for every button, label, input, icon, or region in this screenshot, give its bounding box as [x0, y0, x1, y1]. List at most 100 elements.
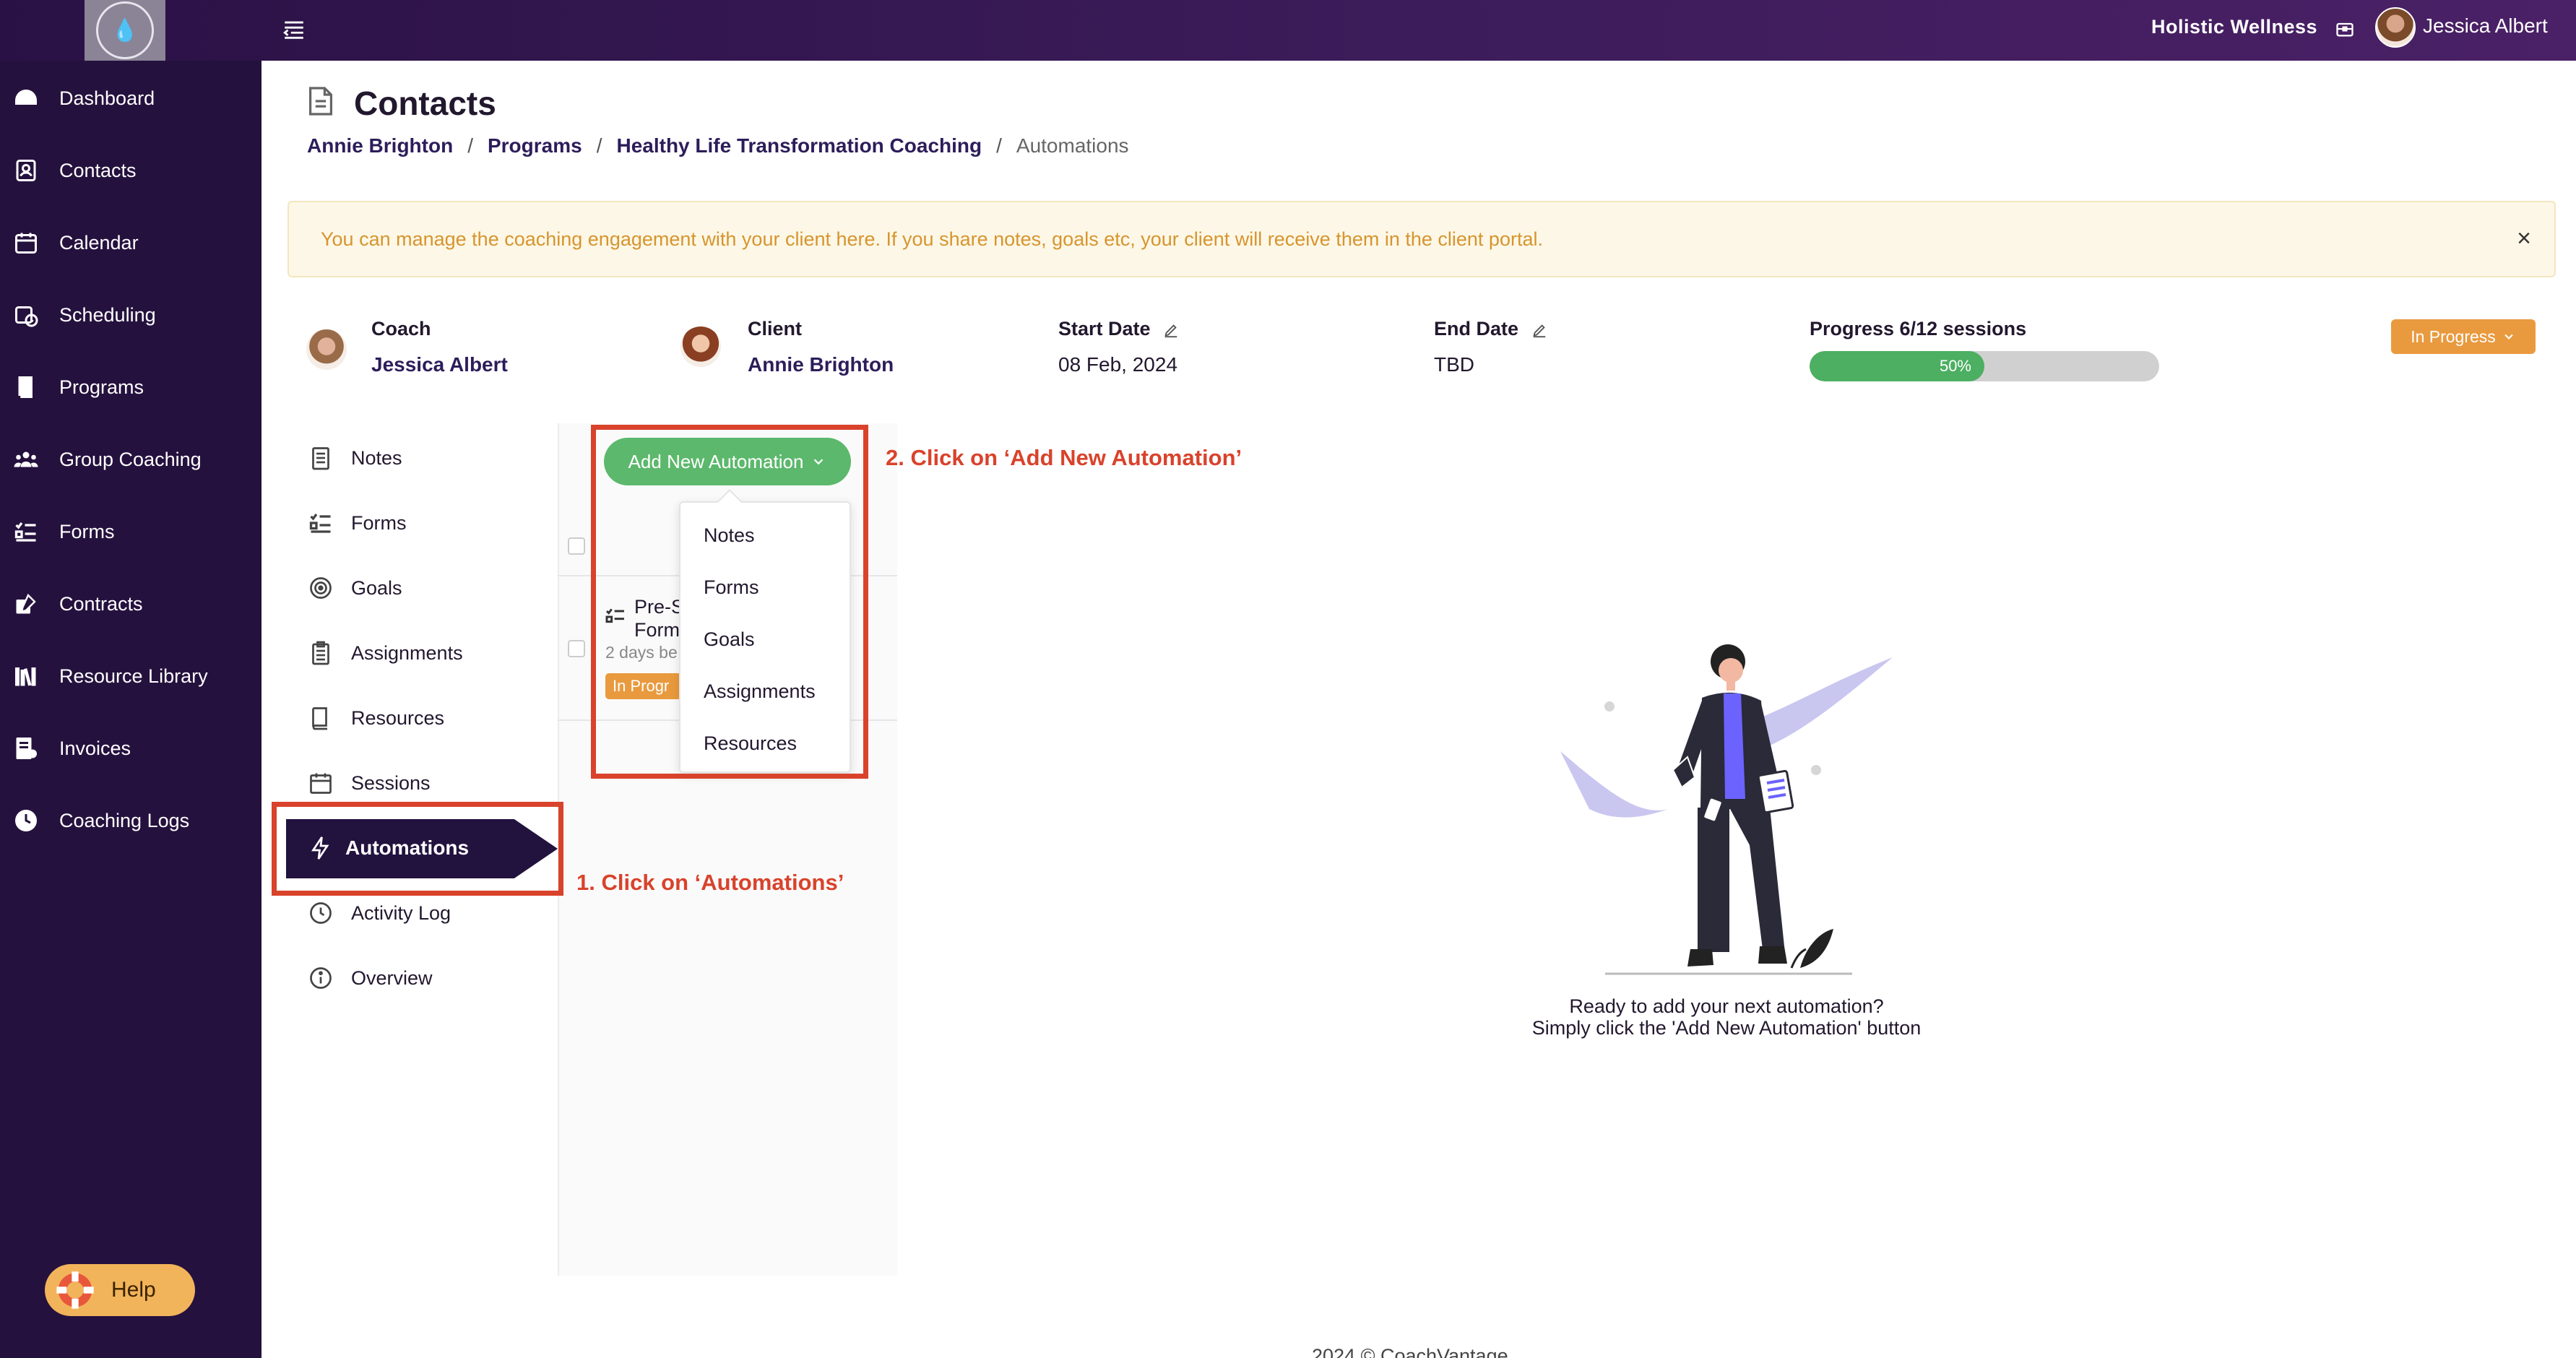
tab-resources[interactable]: Resources — [308, 698, 539, 738]
sidebar-item-contacts[interactable]: Contacts — [0, 149, 262, 192]
sidebar-item-label: Forms — [59, 520, 115, 542]
breadcrumb: Annie Brighton / Programs / Healthy Life… — [307, 134, 1129, 157]
breadcrumb-programs[interactable]: Programs — [488, 134, 582, 157]
sidebar-item-label: Calendar — [59, 231, 139, 254]
breadcrumb-separator: / — [467, 134, 473, 157]
tab-forms[interactable]: Forms — [308, 503, 539, 543]
sidebar: Dashboard Contacts Calendar Scheduling P… — [0, 61, 262, 1358]
sidebar-item-label: Programs — [59, 376, 144, 398]
client-name[interactable]: Annie Brighton — [748, 353, 894, 376]
sidebar-item-label: Contacts — [59, 159, 137, 181]
select-all-checkbox[interactable] — [568, 537, 585, 555]
tab-label: Forms — [351, 511, 407, 534]
alert-text: You can manage the coaching engagement w… — [321, 228, 1543, 250]
calendar-icon — [15, 233, 37, 254]
footer-copyright: 2024 © CoachVantage — [1312, 1345, 1508, 1358]
coach-name[interactable]: Jessica Albert — [371, 353, 508, 376]
end-date-info: End Date TBD — [1434, 318, 1547, 376]
close-icon[interactable]: × — [2510, 224, 2538, 253]
scheduling-icon — [15, 306, 38, 327]
breadcrumb-contact[interactable]: Annie Brighton — [307, 134, 453, 157]
breadcrumb-separator: / — [996, 134, 1002, 157]
calendar-icon — [310, 773, 332, 794]
sidebar-item-forms[interactable]: Forms — [0, 510, 262, 553]
document-icon — [308, 87, 333, 116]
tab-assignments[interactable]: Assignments — [308, 633, 539, 673]
sidebar-item-programs[interactable]: Programs — [0, 366, 262, 409]
coach-label: Coach — [371, 318, 431, 340]
tab-label: Assignments — [351, 641, 463, 664]
library-icon — [15, 667, 36, 686]
status-label: In Progress — [2411, 326, 2496, 346]
client-label: Client — [748, 318, 803, 340]
notepad-icon — [312, 447, 329, 470]
clipboard-icon — [312, 641, 329, 665]
coach-info: Coach Jessica Albert — [371, 318, 508, 376]
empty-state-line-2: Simply click the 'Add New Automation' bu… — [1531, 1017, 1922, 1039]
invoice-icon — [16, 738, 37, 759]
sidebar-item-label: Invoices — [59, 737, 131, 759]
brand-name[interactable]: Holistic Wellness — [2151, 16, 2317, 38]
tab-overview[interactable]: Overview — [308, 958, 539, 998]
pencil-icon[interactable] — [1531, 322, 1547, 338]
sidebar-item-dashboard[interactable]: Dashboard — [0, 77, 262, 120]
app-logo[interactable]: 💧 — [85, 0, 165, 61]
sidebar-item-group-coaching[interactable]: Group Coaching — [0, 438, 262, 481]
breadcrumb-separator: / — [596, 134, 602, 157]
pencil-icon[interactable] — [1163, 322, 1179, 338]
user-avatar[interactable] — [2375, 7, 2416, 48]
empty-state-illustration — [1560, 644, 1893, 975]
end-date-value: TBD — [1434, 353, 1474, 376]
progress-fill: 50% — [1810, 351, 1984, 381]
annotation-step-1: 1. Click on ‘Automations’ — [576, 870, 844, 895]
page-title: Contacts — [354, 85, 496, 122]
tab-label: Resources — [351, 706, 445, 729]
sidebar-item-scheduling[interactable]: Scheduling — [0, 293, 262, 337]
chevron-down-icon — [2504, 334, 2513, 340]
info-alert: You can manage the coaching engagement w… — [288, 201, 2556, 277]
annotation-box-add-automation — [591, 425, 868, 779]
start-date-label: Start Date — [1058, 318, 1151, 340]
briefcase-icon[interactable] — [2335, 19, 2355, 39]
clock-icon — [15, 810, 37, 831]
progress-percent: 50% — [1939, 357, 1971, 375]
checklist-icon — [309, 514, 331, 533]
empty-state-message: Ready to add your next automation? Simpl… — [1445, 995, 2008, 1039]
tab-label: Overview — [351, 966, 433, 989]
book-icon — [312, 707, 327, 730]
tab-notes[interactable]: Notes — [308, 438, 539, 478]
info-icon — [310, 967, 332, 989]
tab-goals[interactable]: Goals — [308, 568, 539, 608]
sidebar-item-label: Group Coaching — [59, 448, 202, 470]
dashboard-icon — [15, 90, 37, 105]
target-icon — [310, 577, 332, 599]
start-date-info: Start Date 08 Feb, 2024 — [1058, 318, 1179, 376]
history-icon — [310, 902, 332, 924]
sidebar-item-invoices[interactable]: Invoices — [0, 727, 262, 770]
coach-avatar — [306, 329, 347, 370]
annotation-box-automations — [272, 802, 563, 896]
sidebar-item-label: Dashboard — [59, 87, 155, 109]
top-bar: 💧 Holistic Wellness Jessica Albert — [0, 0, 2576, 61]
sidebar-item-resource-library[interactable]: Resource Library — [0, 654, 262, 698]
help-button[interactable]: Help — [45, 1264, 195, 1316]
tab-label: Notes — [351, 446, 402, 469]
tab-label: Sessions — [351, 771, 431, 794]
start-date-value: 08 Feb, 2024 — [1058, 353, 1178, 376]
empty-state-line-1: Ready to add your next automation? — [1569, 995, 1884, 1017]
sidebar-item-contracts[interactable]: Contracts — [0, 582, 262, 626]
sidebar-item-label: Resource Library — [59, 665, 208, 687]
user-name[interactable]: Jessica Albert — [2423, 14, 2548, 38]
status-dropdown[interactable]: In Progress — [2391, 319, 2536, 354]
hamburger-menu-icon[interactable] — [282, 17, 306, 42]
sidebar-item-calendar[interactable]: Calendar — [0, 221, 262, 264]
group-icon — [14, 451, 38, 467]
row-checkbox[interactable] — [568, 640, 585, 657]
end-date-label: End Date — [1434, 318, 1519, 340]
tab-sessions[interactable]: Sessions — [308, 763, 539, 803]
logo-drop-icon: 💧 — [96, 1, 154, 59]
breadcrumb-program[interactable]: Healthy Life Transformation Coaching — [616, 134, 982, 157]
sidebar-item-label: Coaching Logs — [59, 809, 190, 831]
tab-activity-log[interactable]: Activity Log — [308, 893, 539, 933]
sidebar-item-coaching-logs[interactable]: Coaching Logs — [0, 799, 262, 842]
